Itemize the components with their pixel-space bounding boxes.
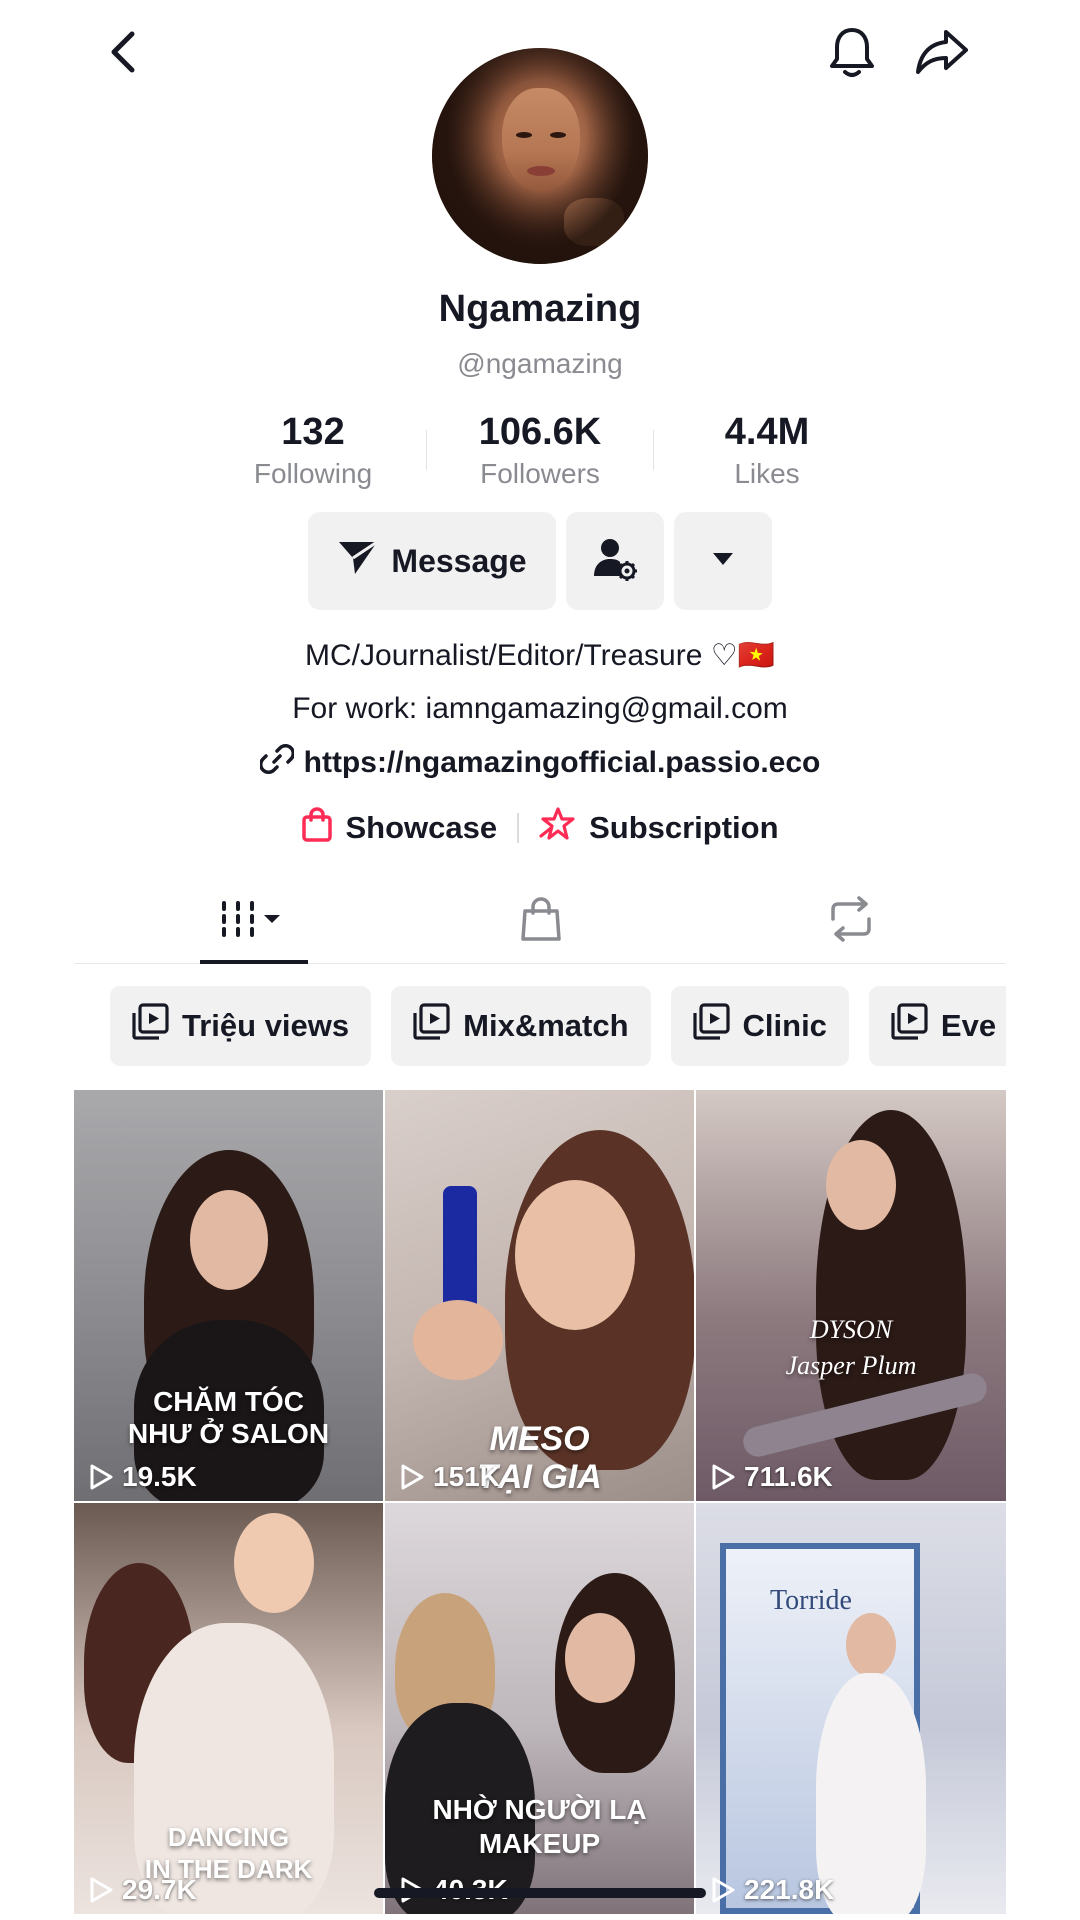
play-icon [90, 1464, 113, 1490]
playlist-icon [691, 1002, 731, 1050]
back-chevron-icon[interactable] [92, 20, 156, 84]
link-icon [258, 742, 295, 784]
thumbnail-hand [413, 1300, 503, 1380]
stat-value: 4.4M [724, 411, 810, 453]
video-thumbnail[interactable]: DANCING IN THE DARK 29.7K [74, 1503, 383, 1914]
message-label: Message [391, 542, 527, 579]
view-count-value: 19.5K [122, 1461, 197, 1492]
content-tabs [74, 880, 1006, 964]
caret-down-icon [711, 551, 735, 572]
playlist-icon [411, 1002, 451, 1050]
showcase-link[interactable]: Showcase [301, 806, 497, 850]
thumbnail-face [565, 1613, 635, 1703]
stat-likes[interactable]: 4.4M Likes [654, 410, 880, 490]
banner-brand: Torride [769, 1585, 852, 1616]
video-thumbnail[interactable]: MESO TẠI GIA 151K [385, 1090, 694, 1501]
view-count: 711.6K [710, 1461, 833, 1493]
tab-shop[interactable] [386, 880, 696, 963]
view-count-value: 151K [433, 1461, 500, 1492]
playlist-chip[interactable]: Triệu views [110, 986, 372, 1066]
shopping-bag-icon [301, 806, 333, 850]
play-icon [401, 1464, 424, 1490]
username: @ngamazing [457, 348, 623, 379]
shopping-bag-icon [519, 895, 563, 948]
playlist-label: Mix&match [463, 1008, 629, 1043]
play-icon [712, 1464, 735, 1490]
user-settings-icon [592, 536, 638, 587]
playlist-chip[interactable]: Clinic [670, 986, 849, 1066]
more-dropdown-button[interactable] [674, 512, 772, 610]
display-name: Ngamazing [438, 288, 642, 330]
subscription-label: Subscription [589, 810, 779, 845]
playlist-icon [889, 1002, 929, 1050]
bio-line: MC/Journalist/Editor/Treasure ♡🇻🇳 [305, 639, 775, 672]
playlist-icon [130, 1002, 170, 1050]
video-caption: DYSON Jasper Plum [785, 1315, 917, 1380]
subscription-star-icon [539, 806, 577, 850]
playlist-label: Triệu views [182, 1008, 350, 1043]
video-grid: CHĂM TÓC NHƯ Ở SALON 19.5K MESO TẠI GIA … [74, 1090, 1006, 1914]
send-icon [337, 538, 379, 584]
stat-label: Likes [734, 458, 800, 489]
bio-work-email: For work: iamngamazing@gmail.com [292, 692, 788, 725]
view-count-value: 711.6K [744, 1461, 833, 1492]
subscription-link[interactable]: Subscription [539, 806, 779, 850]
thumbnail-face [234, 1513, 314, 1613]
profile-stats: 132 Following 106.6K Followers 4.4M Like… [0, 410, 1080, 490]
thumbnail-face [846, 1613, 896, 1677]
bell-icon[interactable] [820, 20, 884, 84]
message-button[interactable]: Message [308, 512, 556, 610]
home-indicator[interactable] [374, 1888, 706, 1898]
view-count: 19.5K [88, 1461, 197, 1493]
view-count: 151K [399, 1461, 500, 1493]
follow-settings-button[interactable] [566, 512, 664, 610]
grid-videos-icon [220, 899, 284, 944]
tab-videos[interactable] [74, 880, 386, 964]
video-thumbnail[interactable]: Torride 221.8K [696, 1503, 1006, 1914]
playlist-label: Eve [940, 1008, 997, 1043]
playlist-chip[interactable]: Mix&match [391, 986, 651, 1066]
video-thumbnail[interactable]: DYSON Jasper Plum 711.6K [696, 1090, 1006, 1501]
video-caption: NHỜ NGƯỜI LẠ MAKEUP [432, 1794, 647, 1859]
avatar-hair [432, 48, 648, 264]
showcase-label: Showcase [345, 810, 498, 845]
play-icon [90, 1877, 113, 1903]
playlist-label: Clinic [742, 1008, 827, 1043]
playlist-chips: Triệu views Mix&match Clinic Eve [110, 986, 1006, 1068]
bio-link[interactable]: https://ngamazingofficial.passio.eco [0, 742, 1080, 784]
tab-reposts[interactable] [696, 880, 1006, 963]
video-thumbnail[interactable]: CHĂM TÓC NHƯ Ở SALON 19.5K [74, 1090, 383, 1501]
repost-icon [825, 895, 877, 948]
video-thumbnail[interactable]: NHỜ NGƯỜI LẠ MAKEUP 40.3K [385, 1503, 694, 1914]
video-caption: CHĂM TÓC NHƯ Ở SALON [127, 1386, 330, 1449]
profile-actions: Message [0, 512, 1080, 610]
thumbnail-face [515, 1180, 635, 1330]
stat-value: 132 [281, 411, 345, 453]
view-count-value: 29.7K [122, 1874, 197, 1905]
shop-divider [517, 813, 520, 843]
view-count: 29.7K [88, 1874, 197, 1906]
stat-label: Following [253, 458, 373, 489]
thumbnail-face [826, 1140, 896, 1230]
playlist-chip[interactable]: Eve [868, 986, 1006, 1066]
stat-value: 106.6K [478, 411, 602, 453]
shop-row: Showcase Subscription [0, 806, 1080, 850]
stat-followers[interactable]: 106.6K Followers [427, 410, 653, 490]
link-text: https://ngamazingofficial.passio.eco [303, 746, 821, 779]
stat-following[interactable]: 132 Following [200, 410, 426, 490]
profile-avatar[interactable] [432, 48, 648, 264]
view-count-value: 221.8K [744, 1874, 835, 1905]
share-arrow-icon[interactable] [910, 20, 974, 84]
play-icon [712, 1877, 735, 1903]
view-count: 221.8K [710, 1874, 834, 1906]
thumbnail-face [190, 1190, 268, 1290]
stat-label: Followers [480, 458, 600, 489]
